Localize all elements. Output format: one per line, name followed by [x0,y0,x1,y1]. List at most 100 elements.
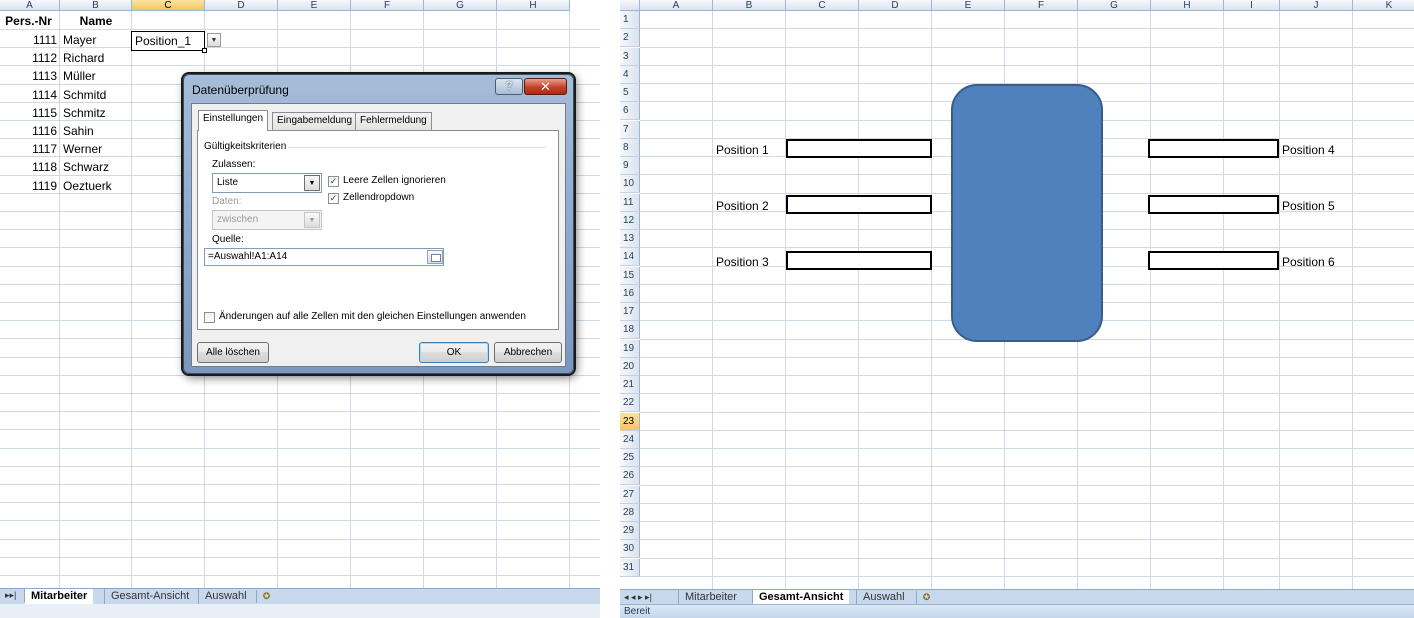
sheet-tab-auswahl[interactable]: Auswahl [856,590,911,605]
row-header-31[interactable]: 31 [620,558,640,577]
row-header-1[interactable]: 1 [620,11,640,29]
column-header-h[interactable]: H [1151,0,1224,11]
cell-name[interactable]: Mayer [60,31,132,49]
cell-dropdown-button[interactable]: ▼ [207,33,221,47]
column-header-b[interactable]: B [713,0,786,11]
apply-all-label[interactable]: Änderungen auf alle Zellen mit den gleic… [219,311,526,322]
sheet-tab-gesamt-ansicht[interactable]: Gesamt-Ansicht [752,590,850,605]
row-header-11[interactable]: 11 [620,193,640,212]
position-box-5[interactable] [1148,195,1279,214]
column-header-a[interactable]: A [0,0,60,11]
fill-handle[interactable] [202,48,207,53]
row-header-8[interactable]: 8 [620,138,640,157]
source-input[interactable]: =Auswahl!A1:A14 [204,248,444,266]
sheet-tab-auswahl[interactable]: Auswahl [198,589,253,604]
cell-pers-nr[interactable]: 1113 [0,67,60,85]
tab-eingabemeldung[interactable]: Eingabemeldung [272,112,358,130]
cell-name[interactable]: Schmitz [60,104,132,122]
column-header-k[interactable]: K [1353,0,1414,11]
row-header-10[interactable]: 10 [620,175,640,194]
chevron-down-icon[interactable]: ▼ [304,212,320,228]
cell-pers-nr[interactable]: 1117 [0,140,60,158]
row-header-15[interactable]: 15 [620,266,640,285]
row-header-3[interactable]: 3 [620,47,640,66]
sheet-nav-arrows[interactable]: ▸▸| [5,590,16,601]
ok-button[interactable]: OK [419,342,489,363]
apply-all-checkbox[interactable] [204,312,215,323]
sheet-nav-arrows[interactable]: ◂ ◂ ▸ ▸| [624,590,652,604]
row-header-6[interactable]: 6 [620,102,640,121]
cell-name[interactable]: Sahin [60,122,132,140]
close-button[interactable]: ✕ [524,78,567,95]
clear-all-button[interactable]: Alle löschen [197,342,269,363]
column-header-e[interactable]: E [932,0,1005,11]
insert-sheet-icon[interactable]: ✪ [916,591,936,604]
column-header-e[interactable]: E [278,0,351,11]
row-header-12[interactable]: 12 [620,211,640,230]
ignore-blank-label[interactable]: Leere Zellen ignorieren [343,175,446,186]
insert-sheet-icon[interactable]: ✪ [256,590,276,603]
sheet-tab-gesamt-ansicht[interactable]: Gesamt-Ansicht [104,589,195,604]
row-header-16[interactable]: 16 [620,284,640,303]
cell-name[interactable]: Schmitd [60,86,132,104]
sheet-tab-mitarbeiter[interactable]: Mitarbeiter [24,589,94,604]
cell-name[interactable]: Oeztuerk [60,177,132,195]
cell-pers-nr[interactable]: 1115 [0,104,60,122]
row-header-28[interactable]: 28 [620,503,640,522]
row-header-25[interactable]: 25 [620,449,640,467]
row-header-7[interactable]: 7 [620,120,640,139]
column-header-j[interactable]: J [1280,0,1353,11]
row-header-27[interactable]: 27 [620,485,640,504]
row-header-29[interactable]: 29 [620,522,640,540]
row-header-14[interactable]: 14 [620,248,640,267]
tab-einstellungen[interactable]: Einstellungen [198,110,269,131]
row-header-9[interactable]: 9 [620,157,640,175]
position-box-1[interactable] [786,139,932,158]
header-name[interactable]: Name [60,12,132,30]
help-button[interactable]: ? [495,78,523,95]
cell-name[interactable]: Schwarz [60,158,132,176]
position-box-3[interactable] [786,251,932,270]
cancel-button[interactable]: Abbrechen [494,342,562,363]
row-header-18[interactable]: 18 [620,321,640,340]
row-header-13[interactable]: 13 [620,230,640,248]
rounded-rectangle-shape[interactable] [951,84,1103,342]
column-header-g[interactable]: G [1078,0,1151,11]
position-box-2[interactable] [786,195,932,214]
allow-select[interactable]: Liste ▼ [212,173,322,193]
row-header-2[interactable]: 2 [620,29,640,48]
cell-pers-nr[interactable]: 1119 [0,177,60,195]
active-cell-c2[interactable]: Position_1 [131,31,205,51]
position-box-4[interactable] [1148,139,1279,158]
cell-name[interactable]: Werner [60,140,132,158]
row-header-26[interactable]: 26 [620,467,640,486]
row-header-17[interactable]: 17 [620,303,640,321]
row-header-4[interactable]: 4 [620,65,640,84]
cell-pers-nr[interactable]: 1118 [0,158,60,176]
column-header-g[interactable]: G [424,0,497,11]
column-header-f[interactable]: F [351,0,424,11]
column-header-d[interactable]: D [205,0,278,11]
cell-pers-nr[interactable]: 1112 [0,49,60,67]
column-header-c[interactable]: C [132,0,205,11]
row-header-5[interactable]: 5 [620,84,640,102]
position-box-6[interactable] [1148,251,1279,270]
row-header-30[interactable]: 30 [620,540,640,559]
column-header-a[interactable]: A [640,0,713,11]
range-select-icon[interactable] [427,250,443,264]
row-header-20[interactable]: 20 [620,357,640,376]
row-header-24[interactable]: 24 [620,430,640,449]
column-header-f[interactable]: F [1005,0,1078,11]
row-header-21[interactable]: 21 [620,376,640,394]
in-cell-dropdown-checkbox[interactable]: ✓ [328,193,339,204]
cell-pers-nr[interactable]: 1111 [0,31,60,49]
column-header-c[interactable]: C [786,0,859,11]
cell-name[interactable]: Müller [60,67,132,85]
ignore-blank-checkbox[interactable]: ✓ [328,176,339,187]
sheet-tab-mitarbeiter[interactable]: Mitarbeiter [678,590,743,605]
cell-pers-nr[interactable]: 1116 [0,122,60,140]
column-header-d[interactable]: D [859,0,932,11]
column-header-i[interactable]: I [1224,0,1280,11]
cell-pers-nr[interactable]: 1114 [0,86,60,104]
column-header-h[interactable]: H [497,0,570,11]
